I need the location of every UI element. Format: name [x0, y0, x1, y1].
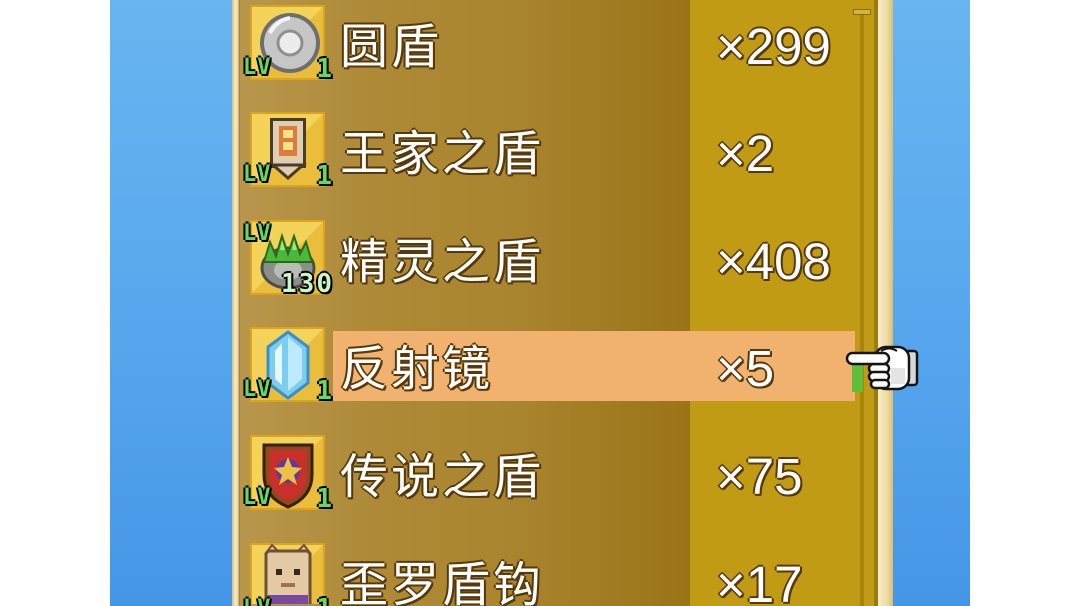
- item-quantity: ×2: [716, 125, 775, 182]
- item-name: 传说之盾: [340, 449, 545, 505]
- level-label: LV: [243, 221, 272, 246]
- item-quantity: ×408: [716, 233, 831, 290]
- inventory-list: LV 1 圆盾 ×299 LV 1 王家之盾 ×2 LV 130 精灵之盾 ×4…: [0, 0, 1080, 606]
- item-name: 王家之盾: [340, 126, 545, 182]
- pointing-hand-icon: [845, 345, 919, 391]
- level-value: 1: [316, 161, 334, 191]
- inventory-item-row[interactable]: LV 1 王家之盾 ×2: [240, 112, 855, 212]
- level-value: 1: [316, 484, 334, 514]
- item-quantity: ×17: [716, 557, 803, 606]
- level-value: 1: [316, 54, 334, 84]
- inventory-item-row[interactable]: LV 130 精灵之盾 ×408: [240, 220, 855, 320]
- level-value: 1: [268, 594, 334, 606]
- game-screen: LV 1 圆盾 ×299 LV 1 王家之盾 ×2 LV 130 精灵之盾 ×4…: [0, 0, 1080, 606]
- item-name: 圆盾: [340, 19, 443, 75]
- inventory-item-row[interactable]: LV 1 传说之盾 ×75: [240, 435, 855, 535]
- item-quantity: ×5: [716, 340, 775, 397]
- item-quantity: ×299: [716, 18, 831, 75]
- level-value: 130: [281, 269, 334, 299]
- inventory-item-row[interactable]: LV 1 歪罗盾钩 ×17: [240, 543, 855, 606]
- item-name: 歪罗盾钩: [340, 557, 545, 606]
- item-quantity: ×75: [716, 448, 803, 505]
- level-value: 1: [316, 376, 334, 406]
- inventory-item-row[interactable]: LV 1 圆盾 ×299: [240, 5, 855, 105]
- item-name: 精灵之盾: [340, 234, 545, 290]
- inventory-item-row[interactable]: LV 1 反射镜 ×5: [240, 327, 855, 427]
- item-name: 反射镜: [340, 341, 494, 397]
